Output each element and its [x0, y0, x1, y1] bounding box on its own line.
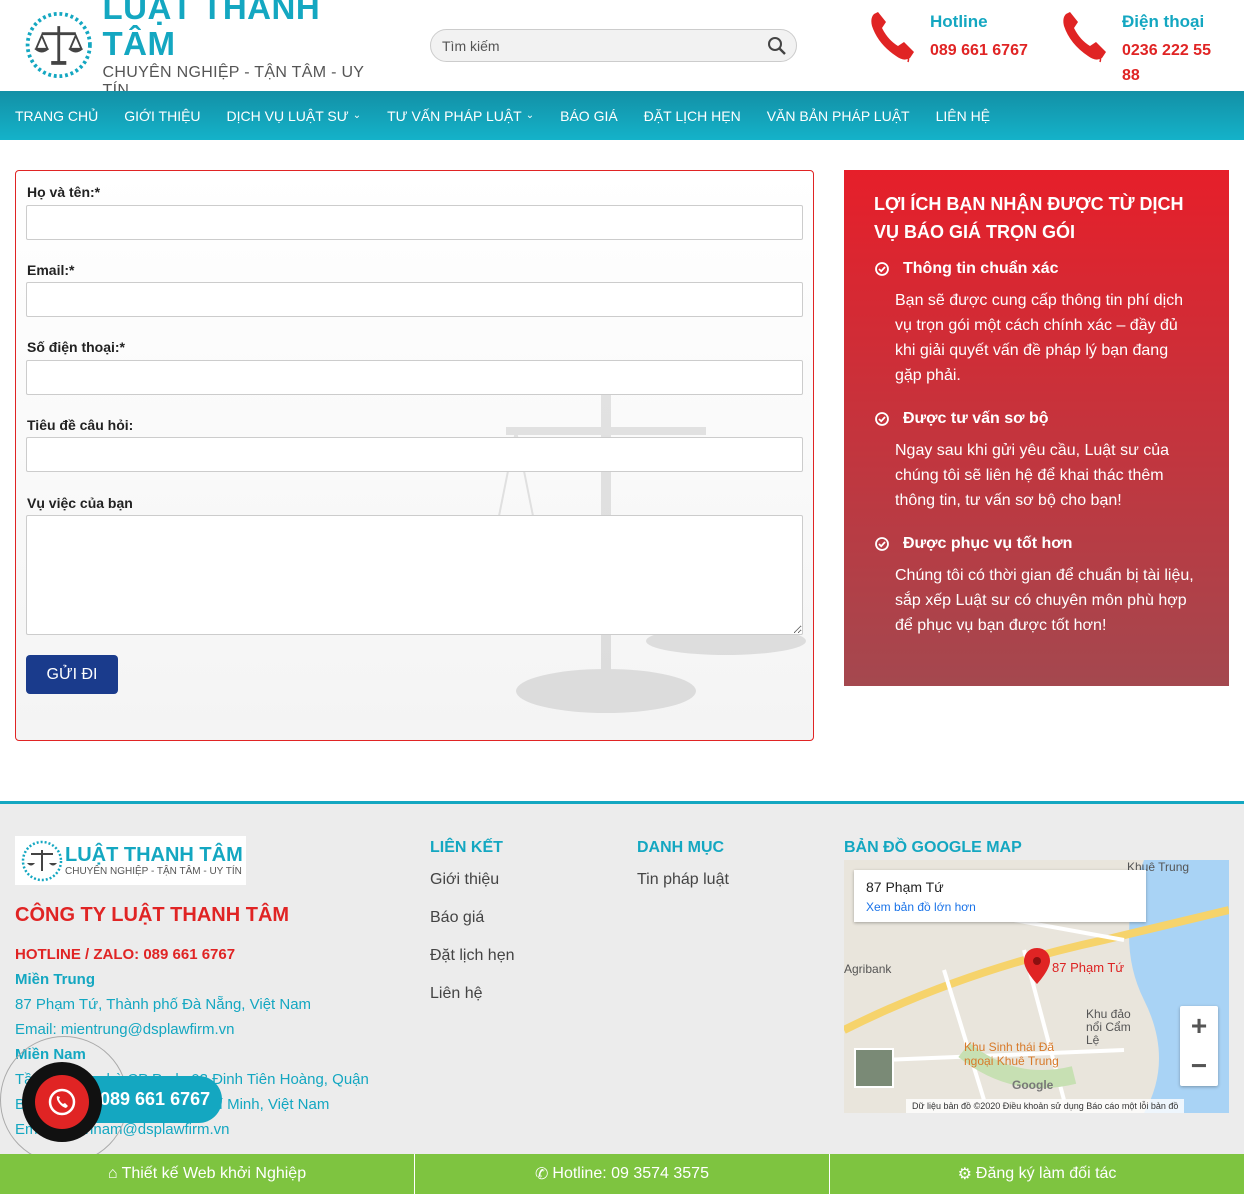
category-title: DANH MỤC [637, 839, 725, 856]
name-field[interactable] [26, 205, 803, 240]
partner-register-link[interactable]: ⚙ Đăng ký làm đối tác [830, 1154, 1244, 1194]
search-icon[interactable] [767, 36, 787, 56]
nav-item-legal-documents[interactable]: VĂN BẢN PHÁP LUẬT [767, 108, 910, 124]
map-address: 87 Phạm Tứ [866, 879, 944, 895]
footer-logo-slogan: CHUYÊN NGHIỆP - TẬN TÂM - UY TÍN [65, 866, 242, 877]
footer-link-pricing[interactable]: Báo giá [430, 909, 484, 927]
benefit-title: Được tư vấn sơ bộ [903, 410, 1049, 427]
case-textarea[interactable] [26, 515, 803, 635]
call-button[interactable] [22, 1062, 102, 1142]
google-map[interactable]: Agribank Khuê Trung Khu đảo nổi Cẩm Lệ K… [844, 860, 1229, 1113]
benefit-title: Được phục vụ tốt hơn [903, 535, 1073, 552]
name-label: Họ và tên:* [27, 184, 101, 200]
company-name: CÔNG TY LUẬT THANH TÂM [15, 904, 290, 926]
phone-field[interactable] [26, 360, 803, 395]
footer-link-about[interactable]: Giới thiệu [430, 871, 499, 889]
hotline-label: Hotline [930, 12, 988, 31]
nav-item-home[interactable]: TRANG CHỦ [15, 108, 98, 124]
benefit-body: Ngay sau khi gửi yêu cầu, Luật sư của ch… [895, 442, 1170, 509]
phone-icon [1063, 12, 1106, 63]
site-logo[interactable]: LUẬT THANH TÂM CHUYÊN NGHIỆP - TẬN TÂM -… [15, 0, 386, 99]
map-pin-icon[interactable] [1024, 948, 1050, 984]
quote-request-form: Họ và tên:* Email:* Số điện thoại:* Tiêu… [15, 170, 814, 741]
phone-icon [871, 12, 914, 63]
larger-map-link[interactable]: Xem bản đồ lớn hơn [866, 900, 976, 914]
benefit-body: Bạn sẽ được cung cấp thông tin phí dịch … [895, 292, 1184, 384]
map-label: Khu đảo nổi Cẩm Lệ [1086, 1007, 1131, 1047]
benefits-title: LỢI ÍCH BẠN NHẬN ĐƯỢC TỪ DỊCH VỤ BÁO GIÁ… [874, 194, 1184, 242]
map-attribution[interactable]: Dữ liệu bản đồ ©2020 Điều khoản sử dụng … [906, 1099, 1185, 1113]
hotline-number[interactable]: 089 661 6767 [930, 38, 1040, 63]
home-icon: ⌂ [107, 1165, 118, 1182]
scales-of-justice-icon [25, 11, 92, 79]
map-zoom-control: + − [1180, 1006, 1218, 1086]
web-design-link[interactable]: ⌂ Thiết kế Web khởi Nghiệp [0, 1154, 415, 1194]
benefit-item: Thông tin chuẩn xác Bạn sẽ được cung cấp… [875, 260, 1199, 388]
phone-label: Số điện thoại:* [27, 339, 125, 355]
subject-field[interactable] [26, 437, 803, 472]
phone-icon: ✆ [535, 1166, 549, 1183]
footer-category-legal-news[interactable]: Tin pháp luật [637, 871, 729, 889]
chevron-down-icon: ⌄ [525, 110, 535, 121]
scales-of-justice-icon [21, 840, 63, 881]
email-field[interactable] [26, 282, 803, 317]
bottom-action-bar: ⌂ Thiết kế Web khởi Nghiệp ✆ Hotline: 09… [0, 1154, 1244, 1194]
phone-bubble-icon [48, 1088, 76, 1116]
nav-item-legal-advice[interactable]: TƯ VẤN PHÁP LUẬT ⌄ [387, 108, 534, 124]
benefit-item: Được tư vấn sơ bộ Ngay sau khi gửi yêu c… [875, 410, 1199, 513]
main-nav: TRANG CHỦ GIỚI THIỆU DỊCH VỤ LUẬT SƯ ⌄ TƯ… [0, 91, 1244, 140]
subject-label: Tiêu đề câu hỏi: [27, 417, 134, 433]
nav-item-appointment[interactable]: ĐẶT LỊCH HẸN [644, 108, 741, 124]
chevron-down-icon: ⌄ [352, 110, 362, 121]
phone-label: Điện thoại [1122, 12, 1205, 31]
phone-number[interactable]: 0236 222 55 88 [1122, 38, 1222, 88]
nav-item-pricing[interactable]: BÁO GIÁ [560, 108, 618, 124]
search-box [430, 29, 797, 62]
footer-link-appointment[interactable]: Đặt lịch hẹn [430, 947, 515, 965]
benefit-title: Thông tin chuẩn xác [903, 260, 1059, 277]
nav-item-contact[interactable]: LIÊN HỆ [936, 108, 990, 124]
case-label: Vụ việc của bạn [27, 495, 133, 511]
benefits-panel: LỢI ÍCH BẠN NHẬN ĐƯỢC TỪ DỊCH VỤ BÁO GIÁ… [844, 170, 1229, 686]
google-logo: Google [1012, 1078, 1054, 1092]
benefit-item: Được phục vụ tốt hơn Chúng tôi có thời g… [875, 535, 1199, 638]
hotline-link[interactable]: ✆ Hotline: 09 3574 3575 [415, 1154, 830, 1194]
region-central: Miền Trung [15, 971, 95, 988]
footer-logo-name: LUẬT THANH TÂM [65, 844, 243, 866]
central-address: 87 Phạm Tứ, Thành phố Đà Nẵng, Việt Nam [15, 996, 312, 1013]
central-email[interactable]: Email: mientrung@dsplawfirm.vn [15, 1021, 234, 1038]
nav-item-lawyer-services[interactable]: DỊCH VỤ LUẬT SƯ ⌄ [227, 108, 362, 124]
submit-button[interactable]: GỬI ĐI [26, 655, 118, 694]
logo-name: LUẬT THANH TÂM [102, 0, 321, 62]
check-circle-icon [875, 412, 889, 426]
benefit-body: Chúng tôi có thời gian để chuẩn bị tài l… [895, 567, 1194, 634]
footer-link-contact[interactable]: Liên hệ [430, 985, 483, 1003]
check-circle-icon [875, 537, 889, 551]
map-title: BẢN ĐỒ GOOGLE MAP [844, 839, 1022, 856]
map-pin-label: 87 Phạm Tứ [1052, 960, 1125, 975]
footer-logo[interactable]: LUẬT THANH TÂM CHUYÊN NGHIỆP - TẬN TÂM -… [15, 836, 246, 885]
check-circle-icon [875, 262, 889, 276]
site-header: LUẬT THANH TÂM CHUYÊN NGHIỆP - TẬN TÂM -… [0, 0, 1244, 99]
map-label: Agribank [844, 962, 892, 976]
nav-item-about[interactable]: GIỚI THIỆU [124, 108, 200, 124]
email-label: Email:* [27, 262, 75, 278]
hotline-zalo[interactable]: HOTLINE / ZALO: 089 661 6767 [15, 946, 235, 963]
gear-icon: ⚙ [957, 1166, 972, 1183]
search-input[interactable] [431, 30, 751, 61]
map-info-card: 87 Phạm Tứ Xem bản đồ lớn hơn [854, 870, 1146, 922]
links-title: LIÊN KẾT [430, 839, 503, 856]
zoom-in-button[interactable]: + [1180, 1006, 1218, 1046]
map-label: Khu Sinh thái Đã ngoại Khuê Trung [964, 1040, 1059, 1068]
zoom-out-button[interactable]: − [1180, 1046, 1218, 1086]
satellite-toggle[interactable] [854, 1048, 894, 1088]
